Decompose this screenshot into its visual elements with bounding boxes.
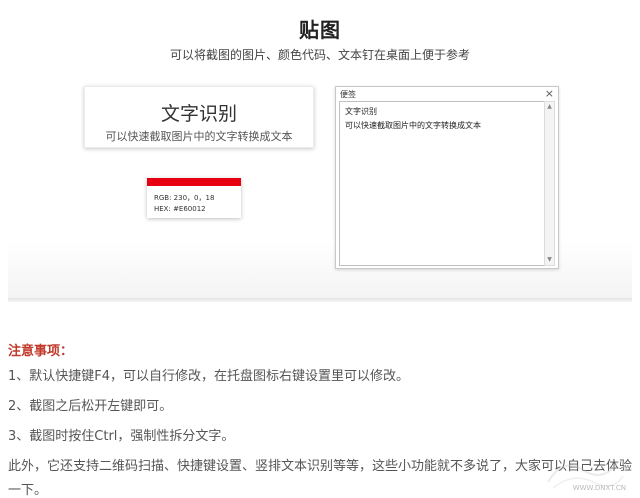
color-code-card: RGB: 230，0，18 HEX: #E60012 (147, 178, 241, 218)
hero-title: 贴图 (299, 18, 341, 42)
watermark-text: WWW.DNXT.CN (572, 484, 626, 492)
ocr-card-title: 文字识别 (160, 103, 237, 125)
note-item: 2、截图之后松开左键即可。 (8, 399, 173, 414)
notes-heading: 注意事项： (8, 344, 74, 359)
scroll-up-icon[interactable]: ▲ (545, 102, 554, 112)
note-line: 文字识别 (345, 107, 377, 116)
hex-value: HEX: #E60012 (154, 205, 206, 213)
note-titlebar[interactable]: 便签 × (336, 87, 558, 101)
note-item: 3、截图时按住Ctrl，强制性拆分文字。 (8, 429, 235, 444)
hero-subtitle: 可以将截图的图片、颜色代码、文本钉在桌面上便于参考 (169, 48, 470, 62)
close-icon[interactable]: × (545, 87, 554, 101)
note-item: 1、默认快捷键F4，可以自行修改，在托盘图标右键设置里可以修改。 (8, 369, 410, 384)
ocr-card-subtitle: 可以快速截取图片中的文字转换成文本 (105, 130, 293, 143)
sticky-note-window[interactable]: 便签 × 文字识别 可以快速截取图片中的文字转换成文本 ▲ ▼ (335, 86, 559, 269)
ocr-card: 文字识别 可以快速截取图片中的文字转换成文本 (84, 86, 314, 148)
note-line: 可以快速截取图片中的文字转换成文本 (345, 121, 481, 130)
rgb-value: RGB: 230，0，18 (154, 194, 215, 202)
color-swatch (147, 178, 241, 186)
note-text-area[interactable]: 文字识别 可以快速截取图片中的文字转换成文本 (339, 101, 545, 266)
note-window-title: 便签 (340, 90, 356, 99)
note-scrollbar[interactable]: ▲ ▼ (544, 101, 555, 266)
scroll-down-icon[interactable]: ▼ (545, 255, 554, 265)
banner-divider (8, 298, 632, 302)
